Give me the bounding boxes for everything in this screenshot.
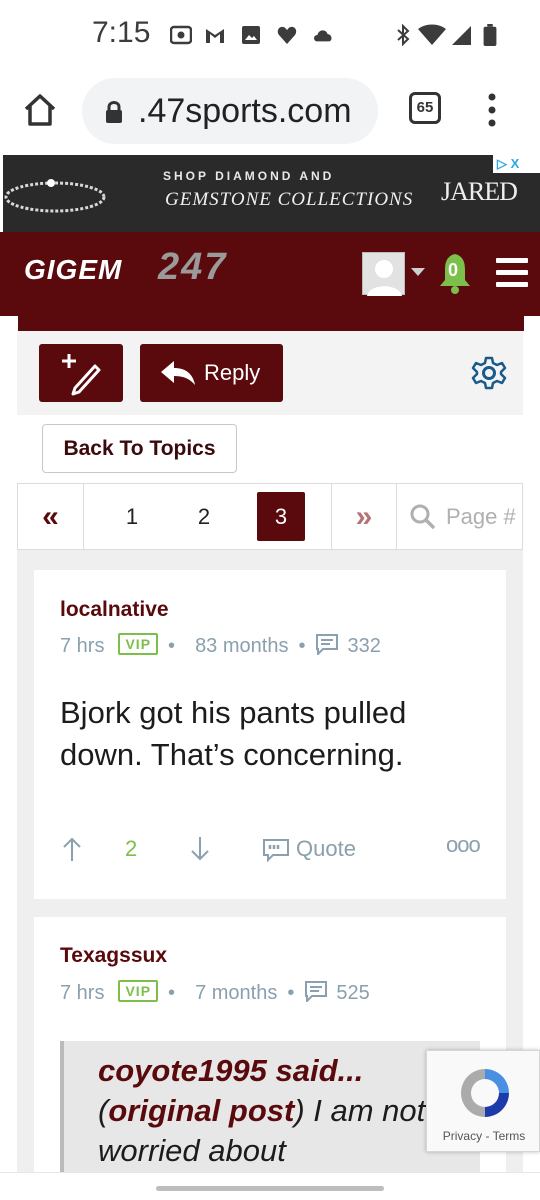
recaptcha-icon (461, 1069, 509, 1117)
post-count: 525 (336, 982, 370, 1004)
ad-line-1: SHOP DIAMOND AND (163, 169, 335, 183)
reply-arrow-icon (161, 361, 195, 385)
thread-toolbar: Reply (17, 331, 523, 415)
page-1-link[interactable]: 1 (112, 484, 152, 549)
chevron-down-icon[interactable] (411, 268, 425, 276)
hamburger-menu-icon[interactable] (496, 258, 528, 288)
quote-icon[interactable] (262, 838, 290, 862)
address-bar[interactable]: .47sports.com (82, 78, 378, 144)
post-author[interactable]: localnative (60, 598, 169, 622)
bracelet-image (4, 179, 106, 213)
bluetooth-icon (397, 24, 410, 46)
search-icon (410, 504, 436, 530)
user-silhouette-icon (367, 260, 402, 296)
privacy-link[interactable]: Privacy (443, 1129, 482, 1143)
downvote-icon[interactable] (190, 836, 210, 862)
site-logo-number[interactable]: 247 (158, 246, 227, 289)
vip-badge: VIP (118, 980, 159, 1002)
post-meta: 7 hrs VIP • 83 months • 332 (60, 633, 381, 657)
image-icon (242, 26, 260, 44)
ad-brand: JARED (441, 177, 518, 206)
more-options-icon[interactable]: ooo (446, 832, 481, 858)
quote-author[interactable]: coyote1995 said... (98, 1053, 363, 1088)
page-number-input[interactable]: Page # (446, 484, 526, 549)
last-page-button[interactable]: » (331, 484, 397, 549)
post-count: 332 (347, 635, 381, 657)
tab-switcher-button[interactable]: 65 (409, 92, 441, 124)
recaptcha-separator: - (482, 1129, 493, 1143)
vip-badge: VIP (118, 633, 159, 655)
post-body: Bjork got his pants pulled down. That’s … (60, 695, 407, 772)
browser-toolbar: .47sports.com 65 (0, 70, 540, 154)
recaptcha-links: Privacy - Terms (427, 1129, 540, 1143)
post-actions: 2 Quote ooo (60, 832, 490, 866)
reply-label: Reply (204, 360, 261, 385)
header-underline (18, 316, 524, 331)
pagination: « 1 2 3 » Page # (17, 483, 523, 550)
heart-icon (277, 26, 297, 44)
gesture-handle[interactable] (156, 1186, 384, 1191)
battery-icon (483, 24, 497, 46)
post-meta: 7 hrs VIP • 7 months • 525 (60, 980, 370, 1004)
post-card: localnative 7 hrs VIP • 83 months • 332 Bjork… (34, 570, 506, 899)
gmail-icon (206, 29, 224, 43)
wifi-icon (418, 24, 446, 45)
page-3-current[interactable]: 3 (257, 492, 305, 541)
site-header: GIGEM 247 0 (0, 232, 540, 316)
gear-icon[interactable] (471, 355, 507, 391)
terms-link[interactable]: Terms (493, 1129, 526, 1143)
lock-icon (106, 101, 122, 123)
ad-line-2: GEMSTONE COLLECTIONS (165, 189, 414, 210)
back-to-topics-button[interactable]: Back To Topics (42, 424, 237, 473)
member-tenure: 83 months (195, 635, 289, 657)
new-post-button[interactable] (39, 344, 123, 402)
reply-button[interactable]: Reply (140, 344, 283, 402)
more-vert-icon[interactable] (486, 92, 498, 128)
home-icon[interactable] (22, 92, 58, 128)
adchoices-icon[interactable]: ▷ X (493, 155, 540, 173)
quoted-post: coyote1995 said... (original post) I am … (60, 1041, 480, 1181)
first-page-button[interactable]: « (18, 484, 84, 549)
notification-count: 0 (448, 260, 459, 280)
recaptcha-badge[interactable]: Privacy - Terms (426, 1050, 540, 1152)
page-2-link[interactable]: 2 (184, 484, 224, 549)
original-post-link[interactable]: original post (108, 1093, 294, 1128)
upvote-icon[interactable] (62, 836, 82, 862)
posts-count-icon (316, 634, 339, 657)
radio-icon (170, 25, 192, 45)
user-avatar[interactable] (362, 252, 405, 296)
cloud-icon (314, 30, 332, 42)
system-nav-bar (0, 1172, 540, 1200)
ad-banner[interactable]: SHOP DIAMOND AND GEMSTONE COLLECTIONS JA… (3, 155, 540, 232)
url-text: .47sports.com (138, 92, 352, 130)
post-time: 7 hrs (60, 635, 105, 657)
site-logo-text[interactable]: GIGEM (24, 254, 122, 286)
edit-plus-icon (62, 354, 101, 396)
post-author[interactable]: Texagssux (60, 944, 167, 968)
member-tenure: 7 months (195, 982, 278, 1004)
signal-icon (452, 26, 471, 45)
vote-count: 2 (125, 836, 138, 861)
posts-count-icon (305, 981, 328, 1004)
clock: 7:15 (92, 16, 151, 49)
post-time: 7 hrs (60, 982, 105, 1004)
status-bar: 7:15 (0, 0, 540, 70)
quote-button[interactable]: Quote (296, 836, 356, 862)
